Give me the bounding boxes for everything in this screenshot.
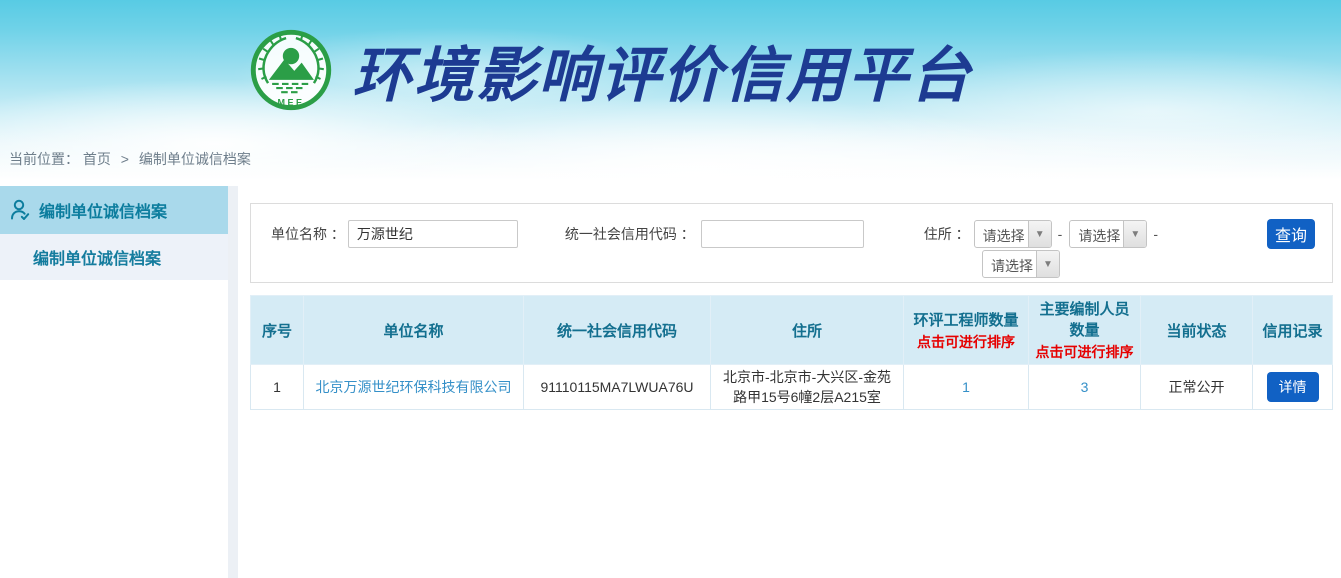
address-label: 住所 ： — [924, 224, 970, 244]
results-table: 序号 单位名称 统一社会信用代码 住所 环评工程师数量 点击可进行排序 主要编制… — [250, 295, 1333, 410]
breadcrumb: 当前位置： 首页 > 编制单位诚信档案 — [9, 149, 251, 169]
chevron-down-icon[interactable]: ▼ — [1123, 221, 1146, 247]
col-engineer-count-label: 环评工程师数量 — [913, 312, 1018, 329]
row-index: 1 — [251, 365, 304, 410]
col-company-name: 单位名称 — [304, 296, 524, 365]
detail-button[interactable]: 详情 — [1267, 372, 1319, 402]
province-select-value: 请选择 — [975, 221, 1028, 247]
sidebar: 编制单位诚信档案 编制单位诚信档案 — [0, 180, 228, 578]
chevron-down-icon[interactable]: ▼ — [1036, 251, 1059, 277]
chevron-down-icon[interactable]: ▼ — [1028, 221, 1051, 247]
logo-text: MEE — [278, 97, 305, 107]
search-panel: 单位名称 ： 统一社会信用代码 ： 住所 ： 请选择 ▼ - 请选择 ▼ - 请… — [250, 203, 1333, 283]
credit-code-input[interactable] — [701, 220, 864, 248]
sidebar-subitem-label: 编制单位诚信档案 — [33, 245, 161, 269]
col-credit-code: 统一社会信用代码 — [524, 296, 711, 365]
sidebar-divider — [228, 186, 238, 578]
company-name-input[interactable] — [348, 220, 518, 248]
user-check-icon — [8, 198, 32, 222]
address-city-select[interactable]: 请选择 ▼ — [1069, 220, 1147, 248]
sidebar-item-label: 编制单位诚信档案 — [39, 198, 167, 222]
breadcrumb-separator: > — [121, 151, 129, 167]
address-dash-1: - — [1058, 226, 1063, 242]
table-row: 1 北京万源世纪环保科技有限公司 91110115MA7LWUA76U 北京市-… — [251, 365, 1333, 410]
mee-logo-icon: MEE — [250, 29, 332, 111]
address-dash-2: - — [1153, 226, 1158, 242]
staff-sort-hint[interactable]: 点击可进行排序 — [1033, 342, 1136, 362]
city-select-value: 请选择 — [1070, 221, 1123, 247]
credit-code-value: 91110115MA7LWUA76U — [524, 365, 711, 410]
breadcrumb-home-link[interactable]: 首页 — [83, 151, 111, 167]
breadcrumb-prefix: 当前位置： — [9, 151, 79, 167]
brand: MEE 环境影响评价信用平台 — [0, 0, 1341, 140]
address-district-select[interactable]: 请选择 ▼ — [982, 250, 1060, 278]
page-title: 环境影响评价信用平台 — [352, 27, 972, 114]
company-name-link[interactable]: 北京万源世纪环保科技有限公司 — [316, 379, 512, 395]
credit-code-label: 统一社会信用代码 ： — [565, 224, 695, 244]
query-button[interactable]: 查询 — [1267, 219, 1315, 249]
search-row-2: 请选择 ▼ — [982, 250, 1332, 278]
content-layout: 编制单位诚信档案 编制单位诚信档案 单位名称 ： 统一社会信用代码 ： 住所 ：… — [0, 180, 1341, 578]
sidebar-subitem-unit-credit-archive[interactable]: 编制单位诚信档案 — [0, 234, 228, 280]
main-content: 单位名称 ： 统一社会信用代码 ： 住所 ： 请选择 ▼ - 请选择 ▼ - 请… — [250, 180, 1333, 578]
address-province-select[interactable]: 请选择 ▼ — [974, 220, 1052, 248]
col-address: 住所 — [711, 296, 904, 365]
address-value: 北京市-北京市-大兴区-金苑路甲15号6幢2层A215室 — [711, 365, 904, 410]
staff-count-link[interactable]: 3 — [1081, 379, 1089, 395]
engineer-count-link[interactable]: 1 — [962, 379, 970, 395]
company-name-label: 单位名称 ： — [271, 224, 345, 244]
col-engineer-count-sortable[interactable]: 环评工程师数量 点击可进行排序 — [904, 296, 1029, 365]
sky-header: MEE 环境影响评价信用平台 当前位置： 首页 > 编制单位诚信档案 — [0, 0, 1341, 180]
sidebar-item-unit-credit-archive[interactable]: 编制单位诚信档案 — [0, 186, 228, 234]
col-staff-count-label: 主要编制人员数量 — [1039, 301, 1129, 339]
col-credit-record: 信用记录 — [1253, 296, 1333, 365]
status-value: 正常公开 — [1141, 365, 1253, 410]
district-select-value: 请选择 — [983, 251, 1036, 277]
col-index: 序号 — [251, 296, 304, 365]
engineer-sort-hint[interactable]: 点击可进行排序 — [908, 332, 1024, 352]
col-staff-count-sortable[interactable]: 主要编制人员数量 点击可进行排序 — [1029, 296, 1141, 365]
breadcrumb-current: 编制单位诚信档案 — [139, 151, 251, 167]
col-current-status: 当前状态 — [1141, 296, 1253, 365]
table-header-row: 序号 单位名称 统一社会信用代码 住所 环评工程师数量 点击可进行排序 主要编制… — [251, 296, 1333, 365]
search-row-1: 单位名称 ： 统一社会信用代码 ： 住所 ： 请选择 ▼ - 请选择 ▼ - — [251, 220, 1332, 248]
